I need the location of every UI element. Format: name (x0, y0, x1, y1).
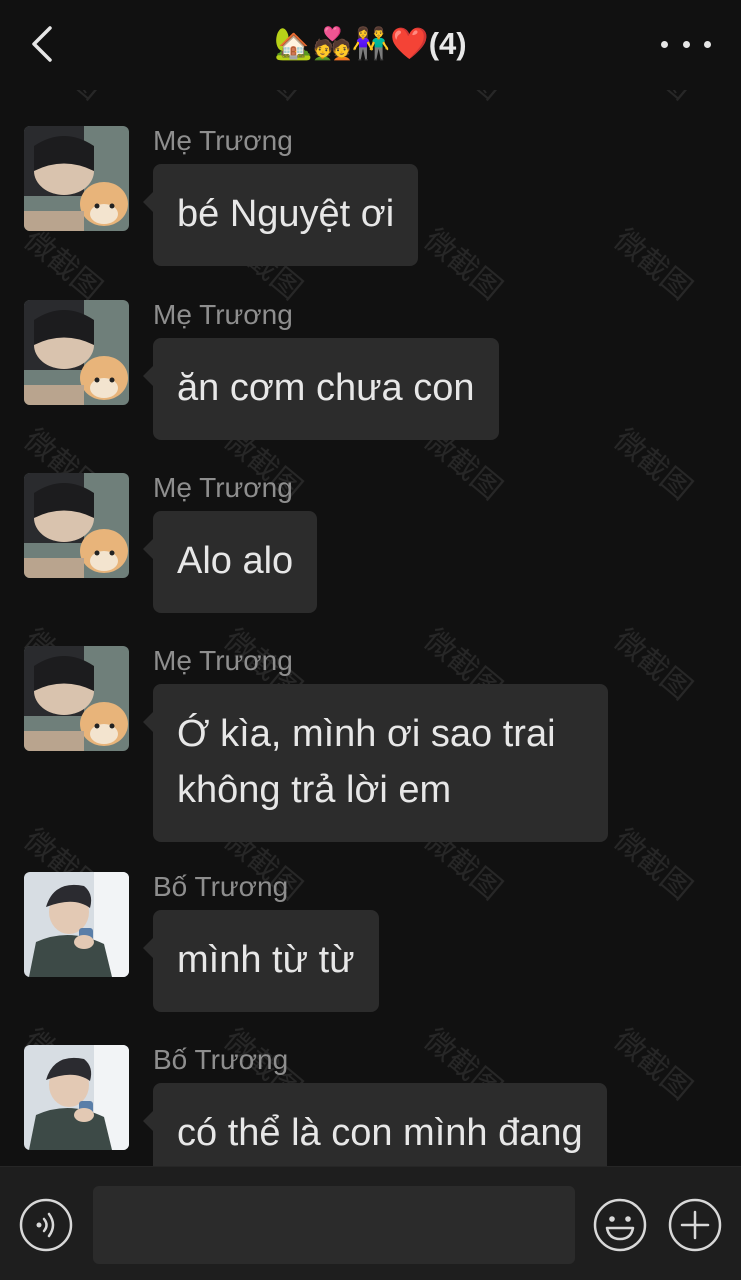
more-dots-icon (661, 40, 668, 48)
message-bubble[interactable]: Ớ kìa, mình ơi sao trai không trả lời em (143, 684, 608, 842)
dog-photo-avatar (24, 126, 129, 231)
sender-name: Mẹ Trương (153, 645, 293, 676)
dog-photo-avatar (24, 646, 129, 751)
avatar[interactable] (24, 300, 129, 405)
more-dot (704, 40, 711, 48)
plus-icon (668, 1198, 722, 1252)
watermark: 微截图 (607, 222, 699, 308)
emoji-icon (593, 1198, 647, 1252)
sender-name: Mẹ Trương (153, 125, 293, 156)
more-options-button[interactable] (661, 22, 711, 66)
emoji-button[interactable] (592, 1197, 648, 1253)
avatar[interactable] (24, 126, 129, 231)
message-bubble[interactable]: ăn cơm chưa con (143, 338, 499, 440)
dog-photo-avatar (24, 300, 129, 405)
sender-name: Mẹ Trương (153, 472, 293, 503)
chat-header: 🏡💑👫❤️(4) (0, 0, 741, 90)
message-bubble[interactable]: bé Nguyệt ơi (142, 164, 419, 266)
watermark: 微截图 (417, 222, 509, 308)
message-bubble[interactable]: mình từ từ (143, 910, 379, 1012)
watermark: 微截图 (607, 822, 699, 908)
avatar[interactable] (24, 872, 129, 977)
man-photo-avatar (24, 872, 129, 977)
more-dot (682, 40, 690, 48)
man-photo-avatar (24, 1045, 129, 1150)
watermark: 微截图 (607, 422, 699, 508)
avatar[interactable] (24, 1045, 129, 1150)
watermark: 微截图 (607, 622, 699, 708)
sender-name: Bố Trương (153, 871, 289, 902)
sender-name: Mẹ Trương (153, 299, 293, 330)
sender-name: Bố Trương (153, 1044, 289, 1075)
watermark: 微截图 (607, 1022, 699, 1108)
group-chat-title: 🏡💑👫❤️(4) (274, 26, 467, 61)
message-bubble[interactable]: Alo alo (142, 511, 318, 613)
chat-screen: 微截图 微截图 微截图 微截图 微截图 微截图 微截图 微截图 微截图 微截图 … (0, 0, 741, 1280)
avatar[interactable] (24, 646, 129, 751)
plus-button[interactable] (667, 1197, 723, 1253)
message-input-bar (0, 1166, 741, 1280)
avatar[interactable] (24, 473, 129, 578)
voice-button[interactable] (18, 1197, 74, 1253)
voice-icon (19, 1198, 73, 1252)
message-input[interactable] (93, 1186, 575, 1264)
dog-photo-avatar (24, 473, 129, 578)
